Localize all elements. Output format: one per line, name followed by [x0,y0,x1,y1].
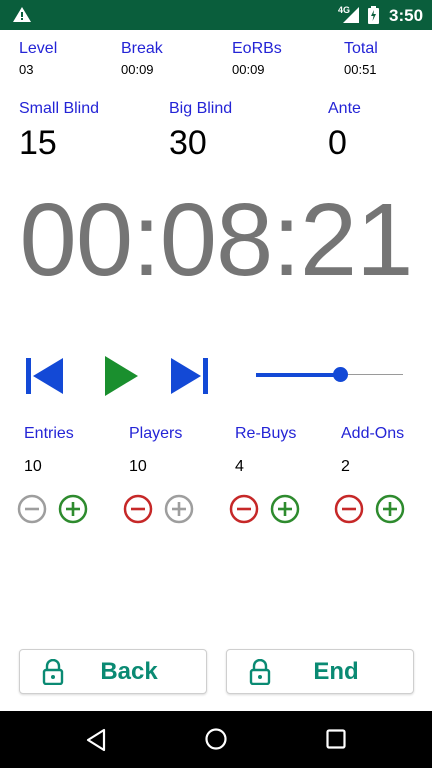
navigation-bar [0,711,432,768]
minus-circle-icon [334,494,364,524]
play-icon[interactable] [103,355,139,402]
stat-value-eorbs: 00:09 [232,62,265,77]
minus-circle-icon [229,494,259,524]
stat-label-break: Break [121,40,163,57]
back-button[interactable]: Back [19,649,207,694]
plus-circle-icon [375,494,405,524]
slider-thumb[interactable] [333,367,348,382]
nav-recents-icon[interactable] [326,729,346,754]
entries-minus-button[interactable] [17,494,47,524]
plus-circle-icon [270,494,300,524]
counter-label-entries: Entries [24,425,74,442]
nav-home-icon[interactable] [204,727,228,756]
countdown-timer: 00:08:21 [19,182,414,297]
entries-plus-button[interactable] [58,494,88,524]
rebuys-minus-button[interactable] [229,494,259,524]
blind-label-ante: Ante [328,100,361,117]
blind-value-ante: 0 [328,124,347,162]
end-button-label: End [313,658,359,685]
counter-label-rebuys: Re-Buys [235,425,297,442]
minus-circle-icon [17,494,47,524]
plus-circle-icon [58,494,88,524]
blind-value-big: 30 [169,124,207,162]
counter-value-rebuys: 4 [235,458,244,475]
counter-value-addons: 2 [341,458,350,475]
signal-icon [343,7,359,28]
addons-plus-button[interactable] [375,494,405,524]
end-button[interactable]: End [226,649,414,694]
blind-label-big: Big Blind [169,100,233,117]
battery-charging-icon [368,6,379,29]
clock: 3:50 [389,6,424,25]
stat-label-eorbs: EoRBs [232,40,282,57]
stat-value-break: 00:09 [121,62,154,77]
stat-value-total: 00:51 [344,62,377,77]
players-plus-button[interactable] [164,494,194,524]
skip-previous-icon[interactable] [24,356,64,401]
stat-label-total: Total [344,40,378,57]
players-minus-button[interactable] [123,494,153,524]
slider-track-active [256,373,341,377]
skip-next-icon[interactable] [170,356,210,401]
rebuys-plus-button[interactable] [270,494,300,524]
counter-label-players: Players [129,425,183,442]
stat-value-level: 03 [19,62,34,77]
stat-label-level: Level [19,40,58,57]
blind-value-small: 15 [19,124,57,162]
addons-minus-button[interactable] [334,494,364,524]
status-bar: 4G 3:50 [0,0,432,30]
counter-value-entries: 10 [24,458,42,475]
plus-circle-icon [164,494,194,524]
counter-label-addons: Add-Ons [341,425,405,442]
blind-label-small: Small Blind [19,100,100,117]
counter-value-players: 10 [129,458,147,475]
slider-track-inactive [341,374,403,375]
minus-circle-icon [123,494,153,524]
warning-icon [12,6,32,28]
nav-back-icon[interactable] [85,728,107,757]
back-button-label: Back [100,658,158,685]
